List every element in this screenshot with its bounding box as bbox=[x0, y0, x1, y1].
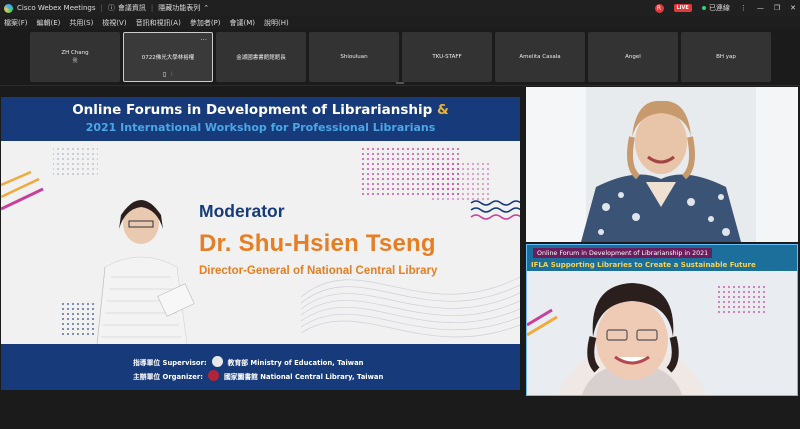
video-subtitle-banner: IFLA Supporting Libraries to Create a Su… bbox=[531, 261, 756, 269]
participant-tile[interactable]: ZH Chang 我 bbox=[30, 32, 120, 82]
connected-dot-icon bbox=[701, 6, 706, 10]
webex-logo-icon bbox=[4, 3, 13, 13]
hide-menu-button[interactable]: 隱藏功能表列 ⌃ bbox=[158, 3, 209, 13]
slide-footer: 指導單位 Supervisor: 教育部 Ministry of Educati… bbox=[1, 344, 520, 390]
separator: | bbox=[100, 4, 103, 12]
participant-name: 0722佛光大學林裕權 bbox=[141, 55, 195, 61]
participant-tile-active[interactable]: ··· 0722佛光大學林裕權 ▯ ⌇ bbox=[123, 32, 213, 82]
participant-name: Shiouluan bbox=[340, 54, 368, 60]
participant-tile[interactable]: Shiouluan bbox=[309, 32, 399, 82]
shared-content: Online Forums in Development of Libraria… bbox=[1, 97, 520, 390]
window-titlebar: Cisco Webex Meetings | ⓘ 會議資訊 | 隱藏功能表列 ⌃… bbox=[0, 0, 800, 16]
menu-edit[interactable]: 編輯(E) bbox=[37, 18, 61, 28]
device-icon: ▯ bbox=[162, 71, 167, 78]
speaker-video-2[interactable]: Online Forum in Development of Librarian… bbox=[526, 244, 798, 396]
hide-menu-label: 隱藏功能表列 bbox=[158, 4, 201, 12]
participant-sub: 我 bbox=[72, 58, 78, 64]
muted-mic-icon: ⌇ bbox=[170, 71, 174, 78]
connection-label: 已連線 bbox=[708, 4, 730, 12]
participant-strip: ZH Chang 我 ··· 0722佛光大學林裕權 ▯ ⌇ 金湖國書書館館館長… bbox=[0, 29, 800, 84]
menu-help[interactable]: 說明(H) bbox=[264, 18, 289, 28]
participant-name: ZH Chang bbox=[61, 50, 89, 56]
participant-name: TKU-STAFF bbox=[432, 54, 462, 60]
close-icon[interactable]: ✕ bbox=[790, 4, 796, 12]
connection-indicator[interactable]: 已連線 bbox=[701, 3, 730, 13]
menu-participant[interactable]: 參加者(P) bbox=[190, 18, 221, 28]
restore-icon[interactable]: ❐ bbox=[774, 4, 780, 12]
participant-tile[interactable]: Angel bbox=[588, 32, 678, 82]
moderator-label: Moderator bbox=[199, 201, 285, 221]
more-icon[interactable]: ··· bbox=[200, 36, 207, 44]
divider bbox=[0, 85, 800, 86]
menu-view[interactable]: 檢視(V) bbox=[102, 18, 126, 28]
moderator-name: Dr. Shu-Hsien Tseng bbox=[199, 230, 436, 257]
info-icon: ⓘ bbox=[107, 4, 115, 12]
participant-name: Amelita Casala bbox=[519, 54, 561, 60]
library-seal-icon bbox=[207, 370, 219, 381]
participant-name: 金湖國書書館館館長 bbox=[236, 55, 286, 61]
more-options-icon[interactable]: ⋮ bbox=[740, 4, 747, 12]
menu-share[interactable]: 共用(S) bbox=[69, 18, 93, 28]
meeting-info-button[interactable]: ⓘ 會議資訊 bbox=[108, 3, 146, 13]
participant-name: Angel bbox=[625, 54, 641, 60]
recording-icon[interactable]: R bbox=[654, 3, 664, 13]
participant-tile[interactable]: TKU-STAFF bbox=[402, 32, 492, 82]
resize-grip[interactable] bbox=[396, 82, 404, 84]
chevron-up-icon: ⌃ bbox=[203, 4, 210, 12]
organizer-row: 主辦單位 Organizer: 國家圖書館 National Central L… bbox=[133, 370, 383, 381]
speaker-video-1[interactable] bbox=[526, 87, 798, 242]
supervisor-row: 指導單位 Supervisor: 教育部 Ministry of Educati… bbox=[133, 356, 364, 367]
separator: | bbox=[150, 4, 154, 12]
participant-tile[interactable]: BH yap bbox=[681, 32, 771, 82]
supervisor-label: 指導單位 Supervisor: bbox=[133, 358, 207, 367]
moderator-role: Director-General of National Central Lib… bbox=[199, 265, 438, 277]
video-title-banner: Online Forum in Development of Librarian… bbox=[533, 248, 713, 258]
meeting-info-label: 會議資訊 bbox=[117, 4, 146, 12]
participant-tile[interactable]: 金湖國書書館館館長 bbox=[216, 32, 306, 82]
moderator-photo bbox=[96, 200, 195, 346]
menu-audio-video[interactable]: 音訊和視訊(A) bbox=[136, 18, 181, 28]
supervisor-value: 教育部 Ministry of Education, Taiwan bbox=[227, 358, 364, 367]
live-badge: LIVE bbox=[673, 4, 692, 12]
participant-tile[interactable]: Amelita Casala bbox=[495, 32, 585, 82]
app-title: Cisco Webex Meetings bbox=[17, 4, 96, 12]
organizer-label: 主辦單位 Organizer: bbox=[133, 372, 203, 381]
speaker-photo-1 bbox=[526, 87, 798, 242]
menu-meeting[interactable]: 會議(M) bbox=[230, 18, 256, 28]
participant-name: BH yap bbox=[716, 54, 736, 60]
menu-bar: 檔案(F) 編輯(E) 共用(S) 檢視(V) 音訊和視訊(A) 參加者(P) … bbox=[0, 16, 800, 29]
organizer-value: 國家圖書館 National Central Library, Taiwan bbox=[223, 372, 384, 381]
minimize-icon[interactable]: — bbox=[757, 4, 764, 12]
ministry-seal-icon bbox=[211, 356, 223, 367]
menu-file[interactable]: 檔案(F) bbox=[4, 18, 28, 28]
